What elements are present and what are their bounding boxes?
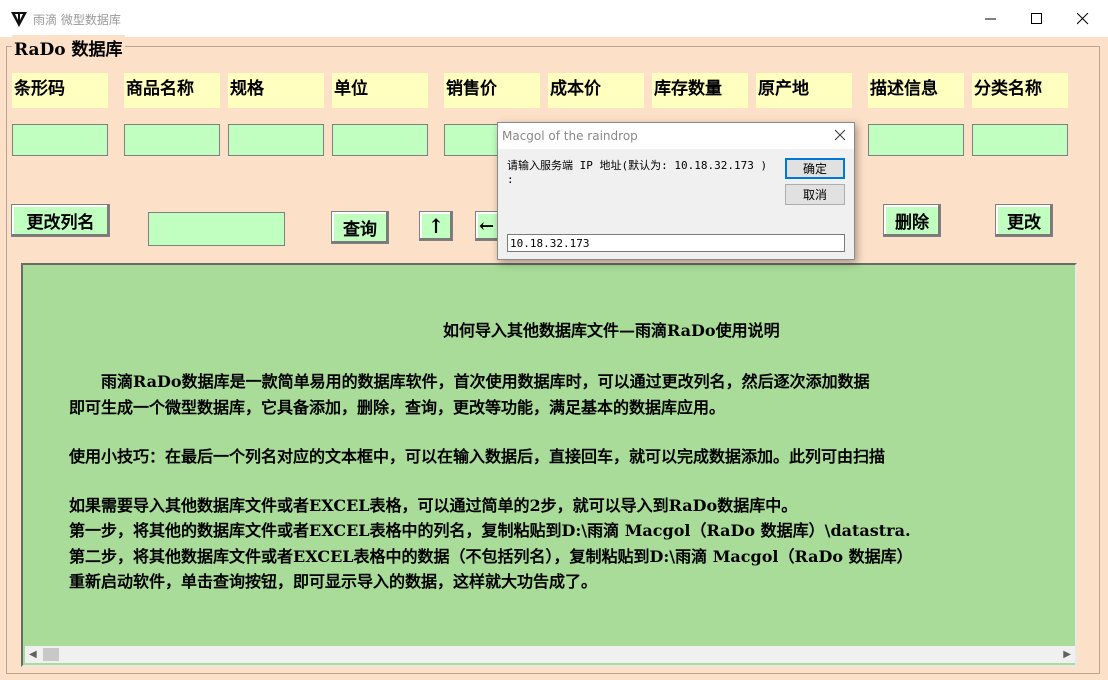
memo-line: 如果需要导入其他数据库文件或者EXCEL表格，可以通过简单的2步，就可以导入到R… bbox=[69, 496, 798, 515]
query-button[interactable]: 查询 bbox=[331, 211, 389, 244]
column-label-sale-price[interactable]: 销售价 bbox=[444, 73, 540, 108]
dialog-title-bar: Macgol of the raindrop bbox=[498, 123, 854, 149]
up-arrow-button[interactable]: ↑ bbox=[419, 211, 453, 241]
instructions-memo[interactable]: 如何导入其他数据库文件—雨滴RaDo使用说明 雨滴RaDo数据库是一款简单易用的… bbox=[21, 263, 1077, 667]
main-window: 雨滴 微型数据库 RaDo 数据库 条形码 商品名称 规格 单位 销售价 成本价… bbox=[0, 0, 1108, 680]
memo-title: 如何导入其他数据库文件—雨滴RaDo使用说明 bbox=[443, 321, 780, 340]
description-field[interactable] bbox=[868, 124, 964, 156]
window-title: 雨滴 微型数据库 bbox=[33, 13, 121, 27]
memo-line: 重新启动软件，单击查询按钮，即可显示导入的数据，这样就大功告成了。 bbox=[69, 572, 598, 591]
column-label-category[interactable]: 分类名称 bbox=[972, 73, 1068, 108]
scroll-left-icon[interactable]: ◀ bbox=[29, 649, 37, 660]
dialog-title: Macgol of the raindrop bbox=[502, 129, 638, 143]
column-label-spec[interactable]: 规格 bbox=[228, 73, 324, 108]
barcode-field[interactable] bbox=[12, 124, 108, 156]
memo-line: 使用小技巧：在最后一个列名对应的文本框中，可以在输入数据后，直接回车，就可以完成… bbox=[69, 447, 886, 466]
dialog-close-icon[interactable] bbox=[834, 129, 846, 141]
memo-line: 第一步，将其他的数据库文件或者EXCEL表格中的列名，复制粘贴到D:\雨滴 Ma… bbox=[69, 521, 911, 540]
column-label-barcode[interactable]: 条形码 bbox=[12, 73, 108, 108]
app-logo-icon bbox=[11, 12, 27, 27]
maximize-button[interactable] bbox=[1014, 6, 1060, 32]
server-ip-dialog: Macgol of the raindrop 请输入服务端 IP 地址(默认为:… bbox=[497, 122, 855, 260]
ok-button[interactable]: 确定 bbox=[785, 158, 845, 179]
memo-line: 即可生成一个微型数据库，它具备添加，删除，查询，更改等功能，满足基本的数据库应用… bbox=[69, 398, 726, 417]
maximize-icon bbox=[1031, 13, 1042, 24]
query-input[interactable] bbox=[148, 212, 285, 246]
minimize-button[interactable] bbox=[968, 6, 1014, 32]
column-label-unit[interactable]: 单位 bbox=[332, 73, 428, 108]
column-label-description[interactable]: 描述信息 bbox=[868, 73, 964, 108]
delete-button[interactable]: 删除 bbox=[883, 204, 941, 237]
category-field[interactable] bbox=[972, 124, 1068, 156]
column-label-cost-price[interactable]: 成本价 bbox=[548, 73, 644, 108]
unit-field[interactable] bbox=[332, 124, 428, 156]
product-name-field[interactable] bbox=[124, 124, 220, 156]
server-ip-input[interactable] bbox=[507, 234, 845, 252]
dialog-prompt: 请输入服务端 IP 地址(默认为: 10.18.32.173 ) : bbox=[507, 159, 768, 186]
memo-line: 第二步，将其他数据库文件或者EXCEL表格中的数据（不包括列名），复制粘贴到D:… bbox=[69, 547, 913, 566]
minimize-icon bbox=[985, 18, 996, 20]
close-button[interactable] bbox=[1060, 6, 1106, 32]
horizontal-scrollbar[interactable]: ◀ ▶ bbox=[25, 646, 1075, 663]
column-label-stock-qty[interactable]: 库存数量 bbox=[652, 73, 748, 108]
close-icon bbox=[1077, 13, 1089, 25]
title-bar: 雨滴 微型数据库 bbox=[0, 0, 1108, 37]
spec-field[interactable] bbox=[228, 124, 324, 156]
cancel-button[interactable]: 取消 bbox=[785, 184, 845, 205]
groupbox-label: RaDo 数据库 bbox=[12, 35, 125, 60]
column-label-product-name[interactable]: 商品名称 bbox=[124, 73, 220, 108]
rename-columns-button[interactable]: 更改列名 bbox=[11, 204, 110, 237]
modify-button[interactable]: 更改 bbox=[995, 204, 1053, 237]
scroll-right-icon[interactable]: ▶ bbox=[1063, 649, 1071, 660]
memo-line: 雨滴RaDo数据库是一款简单易用的数据库软件，首次使用数据库时，可以通过更改列名… bbox=[69, 372, 870, 391]
scrollbar-thumb[interactable] bbox=[43, 648, 59, 661]
column-label-origin[interactable]: 原产地 bbox=[756, 73, 852, 108]
